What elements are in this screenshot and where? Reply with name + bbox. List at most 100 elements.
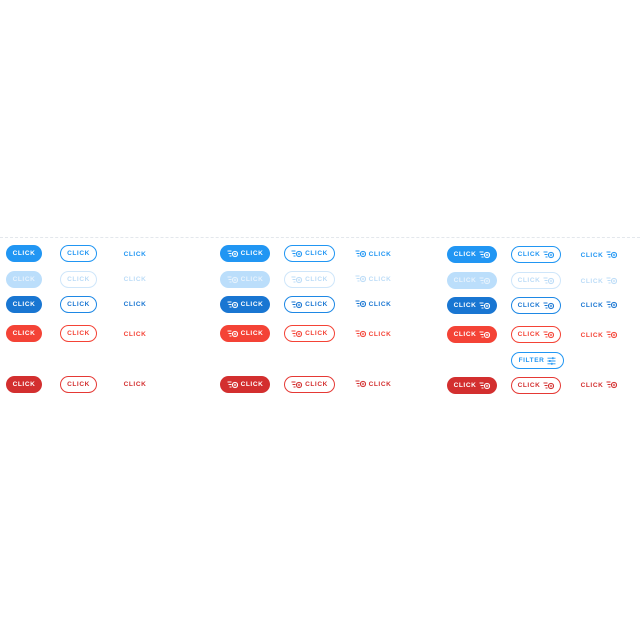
filter-list-icon xyxy=(543,277,555,285)
button-label: CLICK xyxy=(453,277,477,284)
contained-button-trailing-icon-disabled[interactable]: CLICK xyxy=(447,272,497,289)
button-label: CLICK xyxy=(240,276,264,283)
text-button-leading-icon-error[interactable]: CLICK xyxy=(352,327,394,341)
filter-list-icon xyxy=(479,382,491,390)
button-label: CLICK xyxy=(123,330,147,338)
filter-list-icon xyxy=(291,250,303,258)
text-button-error-hover[interactable]: CLICK xyxy=(118,377,152,391)
button-label: CLICK xyxy=(368,275,392,283)
button-label: CLICK xyxy=(580,331,604,339)
text-button-leading-icon[interactable]: CLICK xyxy=(352,247,394,261)
text-button-trailing-icon-error-hover[interactable]: CLICK xyxy=(578,378,620,392)
text-button-trailing-icon-disabled[interactable]: CLICK xyxy=(578,274,620,288)
button-label: CLICK xyxy=(305,276,328,283)
text-button-leading-icon-hover[interactable]: CLICK xyxy=(352,297,394,311)
contained-button-trailing-icon-error-hover[interactable]: CLICK xyxy=(447,377,497,394)
outlined-button-leading-icon-error[interactable]: CLICK xyxy=(284,325,335,342)
filter-list-icon xyxy=(479,302,491,310)
button-label: CLICK xyxy=(12,276,36,283)
button-label: CLICK xyxy=(517,277,541,284)
filter-list-icon xyxy=(479,331,491,339)
button-label: CLICK xyxy=(305,301,328,308)
outlined-button-leading-icon-hover[interactable]: CLICK xyxy=(284,296,335,313)
button-label: CLICK xyxy=(67,330,90,337)
filter-list-icon xyxy=(606,251,618,259)
filter-list-icon xyxy=(355,380,366,388)
button-label: CLICK xyxy=(368,380,392,388)
button-label: CLICK xyxy=(305,250,328,257)
contained-button-trailing-icon[interactable]: CLICK xyxy=(447,246,497,263)
button-label: CLICK xyxy=(368,330,392,338)
contained-button-error[interactable]: CLICK xyxy=(6,325,42,342)
contained-button-leading-icon-disabled[interactable]: CLICK xyxy=(220,271,270,288)
text-button-leading-icon-error-hover[interactable]: CLICK xyxy=(352,377,394,391)
button-label: CLICK xyxy=(517,331,541,338)
filter-list-icon xyxy=(227,381,238,389)
button-label: CLICK xyxy=(12,250,36,257)
outlined-button-trailing-icon-error-hover[interactable]: CLICK xyxy=(511,377,561,394)
text-button[interactable]: CLICK xyxy=(118,247,152,261)
outlined-button-leading-icon-disabled[interactable]: CLICK xyxy=(284,271,335,288)
contained-button-disabled[interactable]: CLICK xyxy=(6,271,42,288)
button-label: CLICK xyxy=(368,300,392,308)
contained-button-trailing-icon-hover[interactable]: CLICK xyxy=(447,297,497,314)
outlined-button-error-hover[interactable]: CLICK xyxy=(60,376,97,393)
outlined-button-trailing-icon-disabled[interactable]: CLICK xyxy=(511,272,561,289)
filter-list-icon xyxy=(227,301,238,309)
filter-list-icon xyxy=(355,250,366,258)
button-label: CLICK xyxy=(123,250,147,258)
outlined-button-trailing-icon-error[interactable]: CLICK xyxy=(511,326,561,343)
button-label: CLICK xyxy=(580,381,604,389)
filter-list-icon xyxy=(227,330,238,338)
filter-list-icon xyxy=(543,382,555,390)
button-label: CLICK xyxy=(517,302,541,309)
filter-list-icon xyxy=(227,276,238,284)
contained-button-leading-icon-hover[interactable]: CLICK xyxy=(220,296,270,313)
text-button-leading-icon-disabled[interactable]: CLICK xyxy=(352,272,394,286)
button-label: CLICK xyxy=(453,331,477,338)
button-label: CLICK xyxy=(123,380,147,388)
contained-button-hover[interactable]: CLICK xyxy=(6,296,42,313)
outlined-button-trailing-icon[interactable]: CLICK xyxy=(511,246,561,263)
filter-list-icon xyxy=(291,276,303,284)
text-button-disabled[interactable]: CLICK xyxy=(118,272,152,286)
outlined-button-disabled[interactable]: CLICK xyxy=(60,271,97,288)
text-button-trailing-icon-error[interactable]: CLICK xyxy=(578,328,620,342)
filter-list-icon xyxy=(543,331,555,339)
text-button-trailing-icon[interactable]: CLICK xyxy=(578,248,620,262)
button-label: CLICK xyxy=(67,381,90,388)
filter-list-icon xyxy=(543,251,555,259)
text-button-error[interactable]: CLICK xyxy=(118,327,152,341)
outlined-button[interactable]: CLICK xyxy=(60,245,97,262)
text-button-hover[interactable]: CLICK xyxy=(118,297,152,311)
contained-button-leading-icon-error[interactable]: CLICK xyxy=(220,325,270,342)
outlined-button-leading-icon[interactable]: CLICK xyxy=(284,245,335,262)
filter-list-icon xyxy=(355,330,366,338)
button-label: CLICK xyxy=(580,251,604,259)
text-button-trailing-icon-hover[interactable]: CLICK xyxy=(578,298,620,312)
button-label: CLICK xyxy=(305,330,328,337)
outlined-button-trailing-icon-hover[interactable]: CLICK xyxy=(511,297,561,314)
contained-button-trailing-icon-error[interactable]: CLICK xyxy=(447,326,497,343)
filter-label: FILTER xyxy=(518,357,545,364)
outlined-button-hover[interactable]: CLICK xyxy=(60,296,97,313)
button-label: CLICK xyxy=(12,330,36,337)
button-label: CLICK xyxy=(580,301,604,309)
button-label: CLICK xyxy=(12,301,36,308)
contained-button-error-hover[interactable]: CLICK xyxy=(6,376,42,393)
button-label: CLICK xyxy=(67,301,90,308)
filter-list-icon xyxy=(606,277,618,285)
outlined-button-error[interactable]: CLICK xyxy=(60,325,97,342)
button-label: CLICK xyxy=(240,301,264,308)
filter-list-icon xyxy=(479,251,491,259)
contained-button-leading-icon[interactable]: CLICK xyxy=(220,245,270,262)
button-label: CLICK xyxy=(517,251,541,258)
contained-button-leading-icon-error-hover[interactable]: CLICK xyxy=(220,376,270,393)
filter-button[interactable]: FILTER xyxy=(511,352,564,369)
outlined-button-leading-icon-error-hover[interactable]: CLICK xyxy=(284,376,335,393)
filter-list-icon xyxy=(227,250,238,258)
section-divider xyxy=(0,237,640,238)
tune-icon xyxy=(547,356,556,365)
button-label: CLICK xyxy=(240,381,264,388)
contained-button[interactable]: CLICK xyxy=(6,245,42,262)
